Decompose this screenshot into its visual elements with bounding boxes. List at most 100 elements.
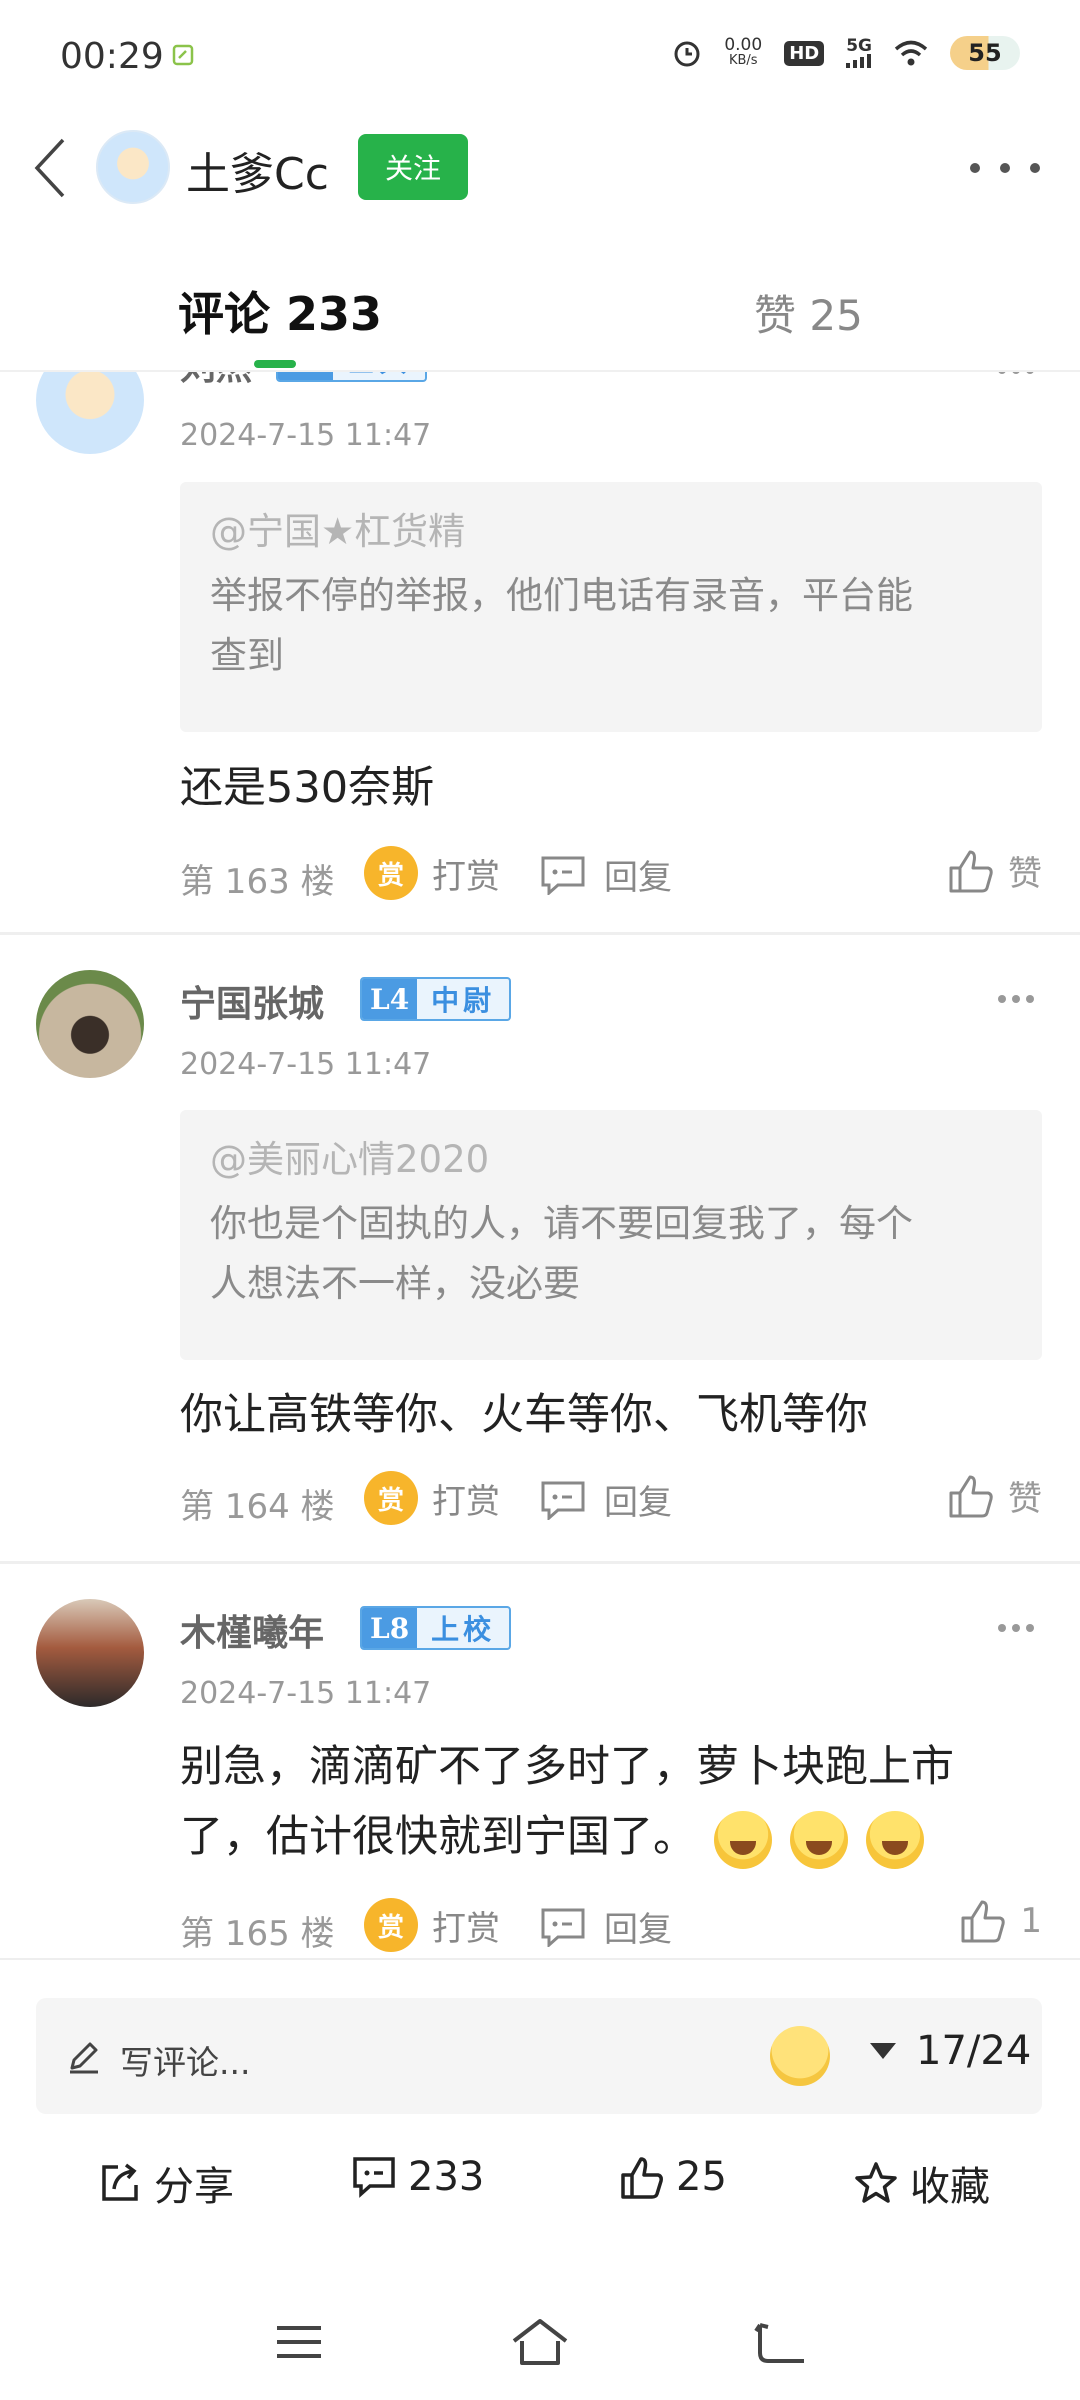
like-post-button[interactable]: 25 (620, 2154, 727, 2200)
comment-body: 你让高铁等你、火车等你、飞机等你 (180, 1390, 868, 1440)
quote-text: 举报不停的举报，他们电话有录音，平台能 查到 (210, 574, 913, 677)
comment-icon (353, 2157, 395, 2198)
crying-laugh-emoji (866, 1810, 924, 1869)
level-badge: L8 上校 (360, 1606, 512, 1650)
reply-button[interactable]: 回复 (540, 1902, 672, 1951)
back-button[interactable] (20, 132, 80, 204)
status-time: 00:29 (60, 36, 164, 77)
comment-item: 宁国张城 L4 中尉 2024-7-15 11:47 @美丽心情2020 你也是个… (0, 935, 1080, 1561)
reply-button[interactable]: 回复 (540, 850, 672, 899)
commenter-name[interactable]: 刘然 (180, 372, 252, 390)
battery-icon: 55 (950, 36, 1020, 70)
alarm-icon (674, 41, 700, 67)
commenter-avatar[interactable] (36, 372, 144, 454)
like-button[interactable]: 赞 (948, 1471, 1042, 1520)
status-icons: 0.00 KB/s HD 5G 55 (672, 36, 1020, 70)
author-avatar[interactable] (96, 130, 170, 204)
floor-number: 第 165 楼 (180, 1914, 335, 1954)
star-icon (855, 2162, 897, 2203)
floor-number: 第 164 楼 (180, 1487, 335, 1527)
reply-icon (541, 1481, 585, 1520)
menu-icon (277, 2326, 321, 2358)
author-name[interactable]: 土爹Cc (186, 138, 329, 202)
comment-more-button[interactable] (998, 995, 1034, 1005)
floor-number: 第 163 楼 (180, 862, 335, 902)
more-button[interactable] (970, 148, 1040, 188)
comment-actions: 第 163 楼 赏打赏 回复 赞 (180, 846, 1042, 902)
more-icon (998, 1624, 1006, 1632)
page-selector[interactable]: 17/24 (870, 2028, 1031, 2074)
comments-button[interactable]: 233 (352, 2154, 484, 2200)
like-icon (961, 1900, 1006, 1943)
return-icon (754, 2323, 804, 2363)
reward-button[interactable]: 赏打赏 (364, 846, 500, 900)
comment-body: 别急，滴滴矿不了多时了，萝卜块跑上市 了，估计很快就到宁国了。 (180, 1732, 1050, 1872)
reward-icon: 赏 (364, 1471, 418, 1525)
comment-time: 2024-7-15 11:47 (180, 418, 432, 453)
tab-likes[interactable]: 赞 25 (754, 282, 863, 343)
reply-icon (541, 856, 585, 895)
reward-button[interactable]: 赏打赏 (364, 1471, 500, 1525)
header: 土爹Cc 关注 (0, 118, 1080, 218)
comment-actions: 第 164 楼 赏打赏 回复 赞 (180, 1471, 1042, 1527)
reward-button[interactable]: 赏打赏 (364, 1898, 500, 1952)
follow-button[interactable]: 关注 (358, 134, 468, 200)
quote-user: @宁国★杠货精 (210, 510, 466, 553)
like-icon (949, 850, 993, 892)
crying-laugh-emoji (714, 1810, 772, 1869)
like-button[interactable]: 赞 (948, 846, 1042, 895)
commenter-name[interactable]: 木槿曦年 (180, 1604, 324, 1656)
commenter-name[interactable]: 宁国张城 (180, 975, 324, 1027)
comment-body: 还是530奈斯 (180, 763, 435, 813)
commenter-avatar[interactable] (36, 1599, 144, 1707)
reward-icon: 赏 (364, 846, 418, 900)
comment-actions: 第 165 楼 赏打赏 回复 1 (180, 1898, 1042, 1954)
comment-bar: 写评论... 17/24 (36, 1998, 1042, 2114)
menu-button[interactable] (264, 2312, 334, 2372)
tab-indicator (254, 360, 296, 368)
quote-text: 你也是个固执的人，请不要回复我了，每个 人想法不一样，没必要 (210, 1202, 913, 1305)
quote-user: @美丽心情2020 (210, 1138, 490, 1181)
reward-icon: 赏 (364, 1898, 418, 1952)
signal-icon: 5G (846, 38, 872, 68)
net-speed: 0.00 KB/s (724, 35, 763, 69)
divider (0, 1958, 1080, 1960)
comment-more-button[interactable] (998, 372, 1034, 376)
back-icon (34, 138, 65, 198)
return-button[interactable] (746, 2312, 816, 2372)
pencil-icon (70, 2042, 98, 2074)
level-badge: L4 中尉 (360, 977, 512, 1021)
comment-item: 刘然 L1士兵 2024-7-15 11:47 @宁国★杠货精 举报不停的举报，… (0, 372, 1080, 902)
status-bar: 00:29 0.00 KB/s HD 5G 55 (0, 0, 1080, 118)
like-icon (621, 2157, 663, 2199)
tab-comments[interactable]: 评论 233 (178, 278, 382, 344)
more-icon (998, 372, 1006, 374)
system-nav-bar (0, 2290, 1080, 2400)
home-icon (512, 2319, 568, 2365)
app-notification-icon (172, 44, 194, 66)
home-button[interactable] (505, 2312, 575, 2372)
wifi-icon (894, 40, 928, 66)
comment-time: 2024-7-15 11:47 (180, 1047, 432, 1082)
crying-laugh-emoji (790, 1810, 848, 1869)
action-bar: 分享 233 25 收藏 (0, 2140, 1080, 2230)
reply-button[interactable]: 回复 (540, 1475, 672, 1524)
more-icon (998, 995, 1006, 1003)
quoted-comment[interactable]: @宁国★杠货精 举报不停的举报，他们电话有录音，平台能 查到 (180, 482, 1042, 732)
commenter-avatar[interactable] (36, 970, 144, 1078)
share-icon (102, 2163, 138, 2201)
quoted-comment[interactable]: @美丽心情2020 你也是个固执的人，请不要回复我了，每个 人想法不一样，没必要 (180, 1110, 1042, 1360)
comment-more-button[interactable] (998, 1624, 1034, 1634)
like-button[interactable]: 1 (960, 1898, 1042, 1944)
tabs: 评论 233 赞 25 (0, 258, 1080, 370)
comment-list[interactable]: 刘然 L1士兵 2024-7-15 11:47 @宁国★杠货精 举报不停的举报，… (0, 372, 1080, 1958)
emoji-button[interactable] (770, 2026, 830, 2086)
level-badge: L1士兵 (276, 372, 428, 382)
hd-badge: HD (784, 40, 825, 66)
write-comment-input[interactable]: 写评论... (120, 2036, 250, 2084)
comment-item: 木槿曦年 L8 上校 2024-7-15 11:47 别急，滴滴矿不了多时了，萝卜… (0, 1564, 1080, 1958)
more-icon (970, 163, 980, 173)
reply-icon (541, 1908, 585, 1947)
share-button[interactable]: 分享 (98, 2154, 234, 2212)
favorite-button[interactable]: 收藏 (854, 2154, 990, 2212)
